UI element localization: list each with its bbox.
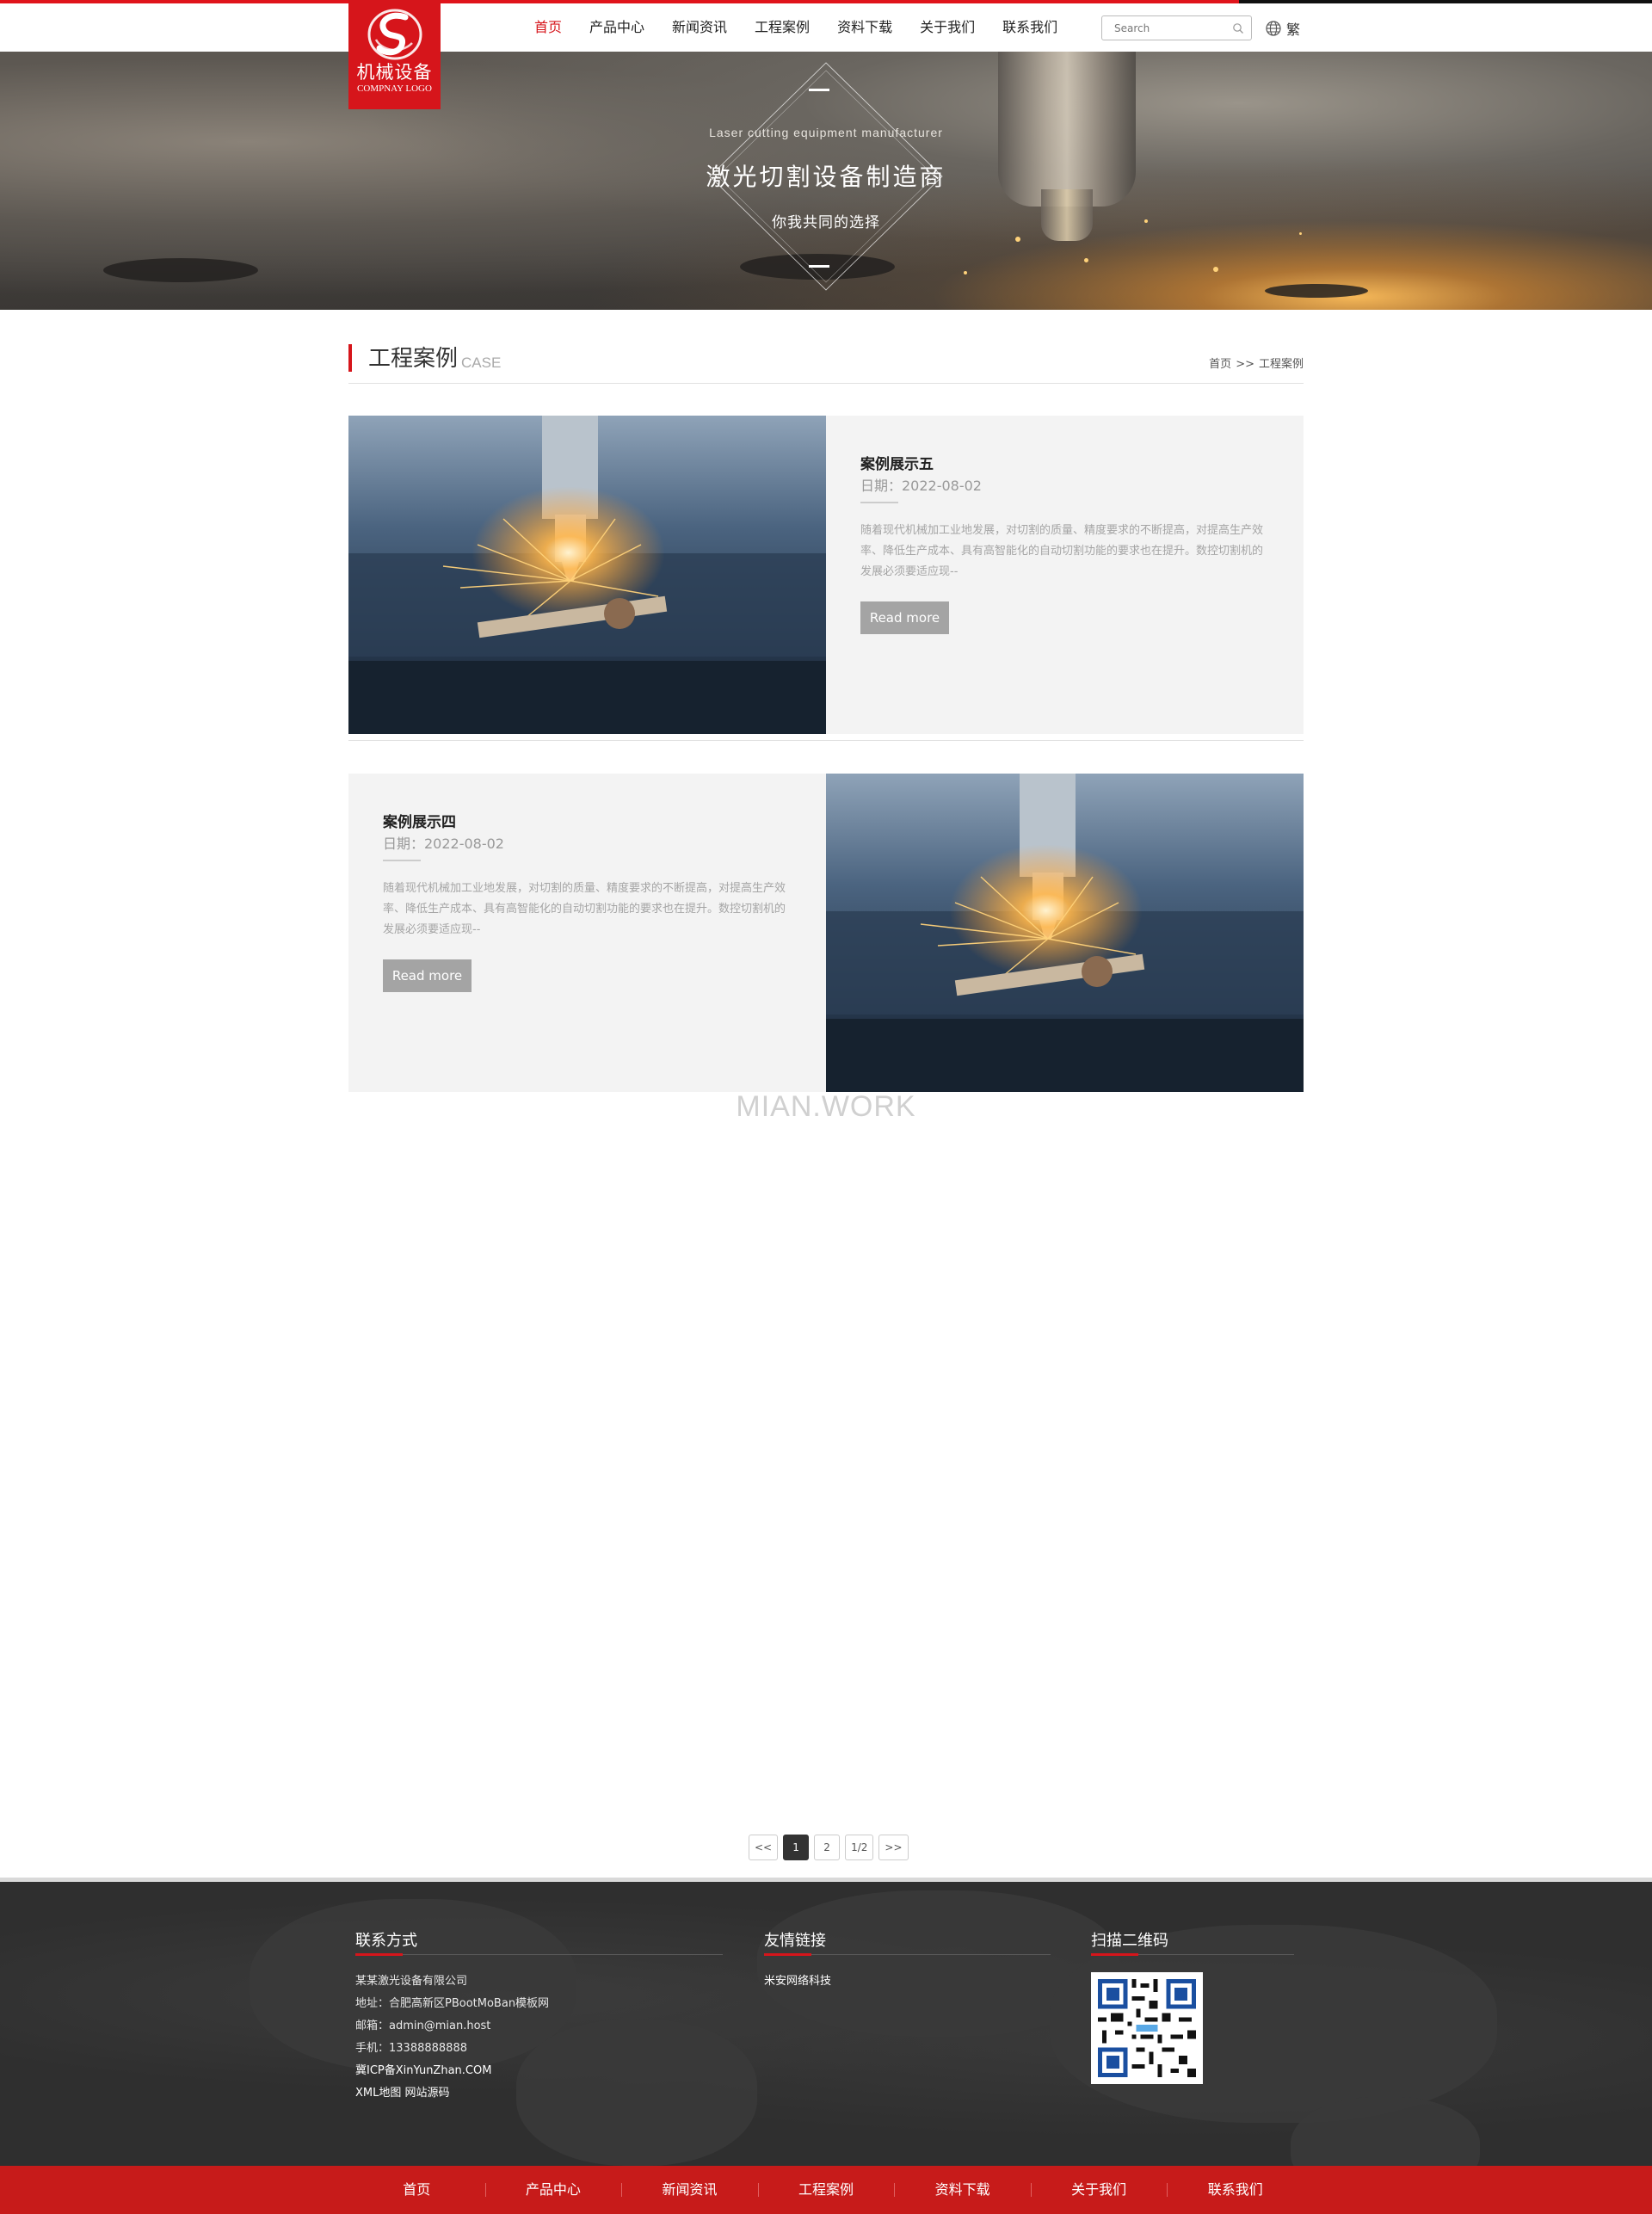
footer-links: 友情链接 米安网络科技 xyxy=(764,1928,1051,1993)
section-accent-bar xyxy=(348,344,352,372)
case-description: 随着现代机械加工业地发展，对切割的质量、精度要求的不断提高，对提高生产效率、降低… xyxy=(383,882,786,936)
logo-swirl-icon xyxy=(367,9,422,60)
footer-nav-cases[interactable]: 工程案例 xyxy=(757,2166,895,2214)
section-title-en: CASE xyxy=(461,355,502,371)
banner-bar-bottom xyxy=(809,265,829,268)
case-body: 案例展示四 日期：2022-08-02 随着现代机械加工业地发展，对切割的质量、… xyxy=(348,774,826,1092)
nav-item-home[interactable]: 首页 xyxy=(521,3,576,52)
footer-title-underline xyxy=(355,1953,723,1956)
case-image[interactable] xyxy=(826,774,1304,1092)
nav-item-downloads[interactable]: 资料下载 xyxy=(823,3,906,52)
footer-title-underline xyxy=(1091,1953,1294,1956)
case-date: 日期：2022-08-02 xyxy=(383,836,504,852)
qr-code-image xyxy=(1091,1972,1203,2084)
footer-contact: 联系方式 某某激光设备有限公司 地址：合肥高新区PBootMoBan模板网 邮箱… xyxy=(355,1928,723,2105)
breadcrumb-home[interactable]: 首页 xyxy=(1209,358,1231,371)
section-title: 工程案例 xyxy=(368,346,459,372)
site-logo[interactable]: 机械设备 COMPNAY LOGO xyxy=(348,0,441,109)
site-header: 首页 产品中心 新闻资讯 工程案例 资料下载 关于我们 联系我们 繁 xyxy=(0,3,1652,52)
laser-cutting-photo xyxy=(348,416,826,734)
nav-item-about[interactable]: 关于我们 xyxy=(906,3,989,52)
nav-item-products[interactable]: 产品中心 xyxy=(576,3,658,52)
case-underline xyxy=(383,860,421,861)
nav-item-news[interactable]: 新闻资讯 xyxy=(658,3,741,52)
footer-email: 邮箱：admin@mian.host xyxy=(355,2020,491,2032)
case-date: 日期：2022-08-02 xyxy=(860,478,982,494)
footer-title-underline xyxy=(764,1953,1051,1956)
footer-nav-home[interactable]: 首页 xyxy=(348,2166,485,2214)
breadcrumb-current[interactable]: 工程案例 xyxy=(1259,358,1304,371)
case-title[interactable]: 案例展示五 xyxy=(860,452,934,473)
read-more-button[interactable]: Read more xyxy=(860,601,949,634)
page: 首页 产品中心 新闻资讯 工程案例 资料下载 关于我们 联系我们 繁 xyxy=(0,0,1652,2214)
footer-icp-link[interactable]: 冀ICP备XinYunZhan.COM xyxy=(355,2064,491,2077)
logo-brand-text: 机械设备 xyxy=(356,62,433,83)
banner-title: 激光切割设备制造商 xyxy=(706,163,946,191)
case-divider xyxy=(348,740,1304,741)
language-label: 繁 xyxy=(1286,22,1301,38)
footer-company: 某某激光设备有限公司 xyxy=(355,1975,468,1988)
case-description: 随着现代机械加工业地发展，对切割的质量、精度要求的不断提高，对提高生产效率、降低… xyxy=(860,524,1264,578)
footer-qr-title: 扫描二维码 xyxy=(1091,1932,1168,1950)
footer-source-link[interactable]: 网站源码 xyxy=(405,2087,450,2100)
laser-cutting-photo xyxy=(826,774,1304,1092)
footer-nav-about[interactable]: 关于我们 xyxy=(1030,2166,1168,2214)
case-image[interactable] xyxy=(348,416,826,734)
footer-sitemap-link[interactable]: XML地图 xyxy=(355,2087,401,2100)
nav-item-contact[interactable]: 联系我们 xyxy=(989,3,1071,52)
footer-phone: 手机：13388888888 xyxy=(355,2042,467,2055)
footer-nav-contact[interactable]: 联系我们 xyxy=(1167,2166,1304,2214)
pagination-page-1[interactable]: 1 xyxy=(783,1835,810,1860)
site-footer: 联系方式 某某激光设备有限公司 地址：合肥高新区PBootMoBan模板网 邮箱… xyxy=(0,1882,1652,2166)
nav-item-cases[interactable]: 工程案例 xyxy=(741,3,823,52)
case-body: 案例展示五 日期：2022-08-02 随着现代机械加工业地发展，对切割的质量、… xyxy=(826,416,1304,734)
pagination-page-2[interactable]: 2 xyxy=(814,1835,841,1860)
footer-links-title: 友情链接 xyxy=(764,1932,826,1950)
language-switch[interactable]: 繁 xyxy=(1265,19,1300,38)
case-title[interactable]: 案例展示四 xyxy=(383,810,456,831)
search-icon[interactable] xyxy=(1232,22,1244,34)
case-card: 案例展示五 日期：2022-08-02 随着现代机械加工业地发展，对切割的质量、… xyxy=(348,416,1304,734)
footer-nav-news[interactable]: 新闻资讯 xyxy=(621,2166,758,2214)
search-box xyxy=(1101,15,1252,40)
footer-contact-title: 联系方式 xyxy=(355,1932,417,1950)
banner-bar-top xyxy=(809,89,829,91)
footer-nav-downloads[interactable]: 资料下载 xyxy=(894,2166,1031,2214)
footer-qr: 扫描二维码 xyxy=(1091,1928,1294,2088)
case-card: 案例展示四 日期：2022-08-02 随着现代机械加工业地发展，对切割的质量、… xyxy=(348,774,1304,1092)
banner-tagline: 你我共同的选择 xyxy=(772,214,880,231)
pagination-next[interactable]: >> xyxy=(878,1835,909,1860)
banner-subtitle-en: Laser cutting equipment manufacturer xyxy=(709,126,943,139)
main-nav: 首页 产品中心 新闻资讯 工程案例 资料下载 关于我们 联系我们 xyxy=(521,3,1071,52)
section-header: 工程案例 CASE 首页 >> 工程案例 xyxy=(348,344,1304,384)
search-input[interactable] xyxy=(1102,16,1223,40)
watermark-text: MIAN.WORK xyxy=(736,1090,916,1123)
footer-address: 地址：合肥高新区PBootMoBan模板网 xyxy=(355,1997,550,2010)
friend-link[interactable]: 米安网络科技 xyxy=(764,1975,831,1988)
pagination-prev[interactable]: << xyxy=(749,1835,779,1860)
footer-nav-products[interactable]: 产品中心 xyxy=(484,2166,622,2214)
breadcrumb-separator: >> xyxy=(1236,358,1254,371)
case-underline xyxy=(860,502,898,503)
breadcrumb: 首页 >> 工程案例 xyxy=(1209,355,1304,371)
read-more-button[interactable]: Read more xyxy=(383,959,472,992)
globe-icon xyxy=(1266,21,1281,36)
footer-nav: 首页 产品中心 新闻资讯 工程案例 资料下载 关于我们 联系我们 xyxy=(0,2166,1652,2214)
logo-sub-text: COMPNAY LOGO xyxy=(357,83,432,94)
hero-banner: Laser cutting equipment manufacturer 激光切… xyxy=(0,52,1652,310)
pagination-total: 1/2 xyxy=(845,1835,874,1860)
pagination: << 1 2 1/2 >> xyxy=(749,1835,914,1860)
